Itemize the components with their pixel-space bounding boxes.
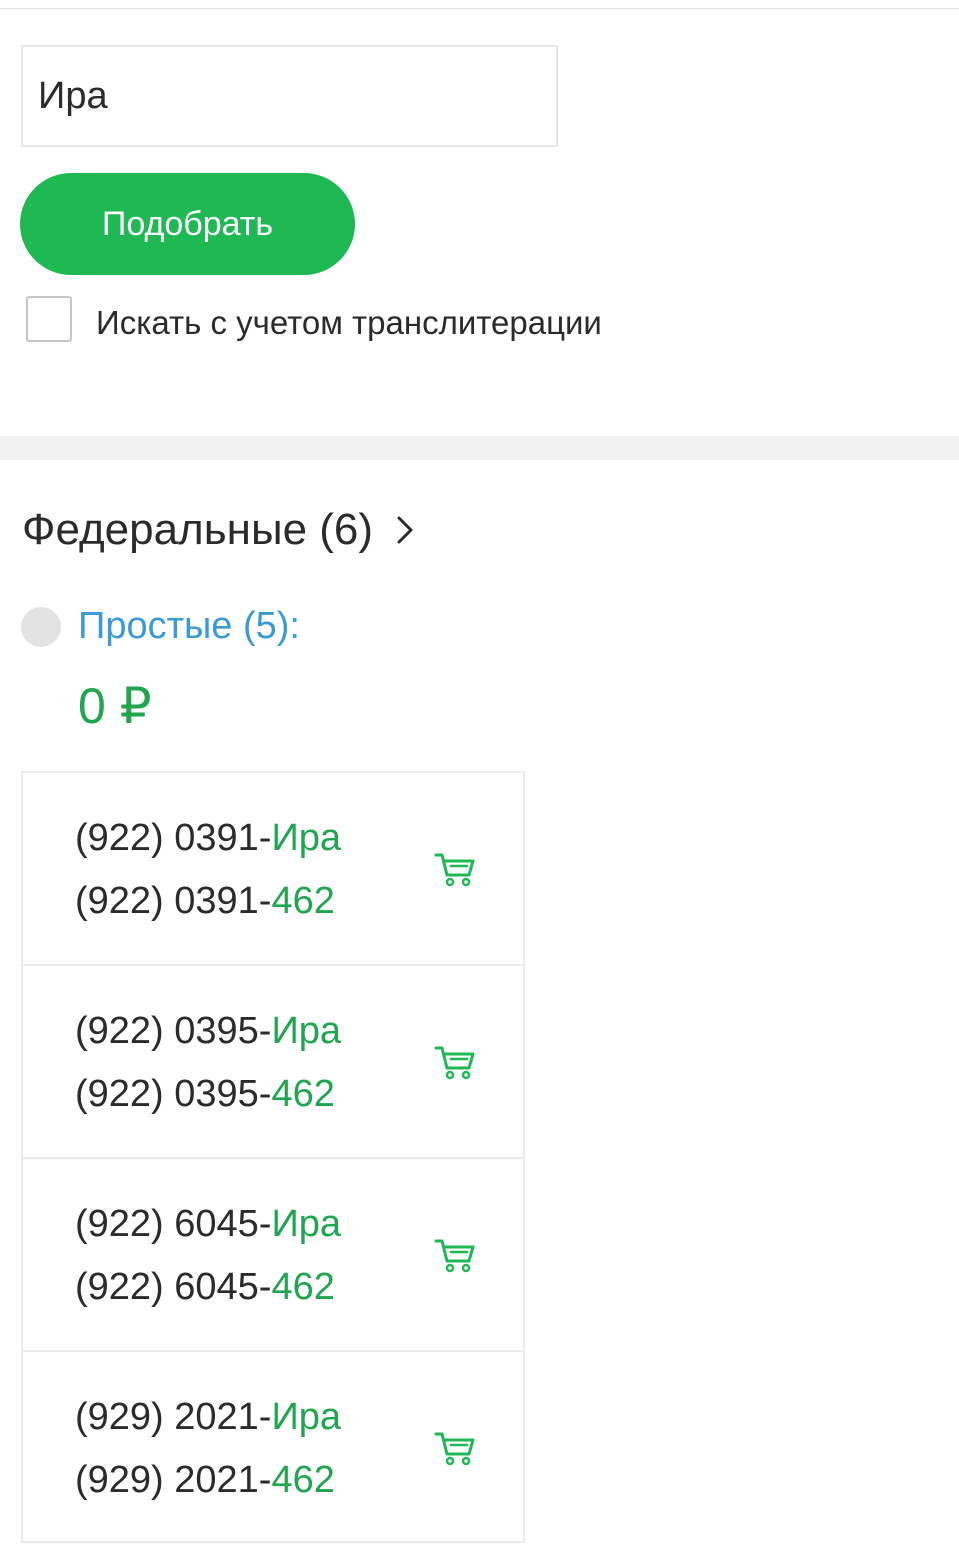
section-header[interactable]: Федеральные (6) xyxy=(22,505,421,555)
number-prefix: (922) 0395- xyxy=(75,1010,272,1052)
category-radio[interactable] xyxy=(21,607,61,647)
number-alpha: (922) 0391-Ира xyxy=(75,817,341,860)
number-suffix: Ира xyxy=(271,1203,342,1245)
number-suffix: Ира xyxy=(271,1010,342,1052)
number-digits: (922) 0395-462 xyxy=(75,1073,335,1116)
number-prefix: (922) 0391- xyxy=(75,817,272,859)
section-divider xyxy=(0,436,959,460)
number-card[interactable]: (922) 0395-Ира (922) 0395-462 xyxy=(21,964,525,1157)
number-prefix: (929) 2021- xyxy=(75,1396,272,1438)
number-alpha: (929) 2021-Ира xyxy=(75,1396,341,1439)
number-alpha: (922) 6045-Ира xyxy=(75,1203,341,1246)
chevron-right-icon[interactable] xyxy=(391,508,421,552)
number-prefix: (922) 6045- xyxy=(75,1203,272,1245)
number-prefix: (922) 6045- xyxy=(75,1266,272,1308)
cart-icon[interactable] xyxy=(433,1042,477,1082)
number-card[interactable]: (922) 0391-Ира (922) 0391-462 xyxy=(21,771,525,964)
search-input[interactable] xyxy=(21,45,558,147)
number-alpha: (922) 0395-Ира xyxy=(75,1010,341,1053)
number-card[interactable]: (922) 6045-Ира (922) 6045-462 xyxy=(21,1157,525,1350)
cart-icon[interactable] xyxy=(433,1428,477,1468)
category-label[interactable]: Простые (5): xyxy=(78,605,300,648)
category-price: 0 ₽ xyxy=(78,678,152,734)
number-digits: (929) 2021-462 xyxy=(75,1459,335,1502)
transliteration-label[interactable]: Искать с учетом транслитерации xyxy=(96,304,602,342)
pick-button[interactable]: Подобрать xyxy=(20,173,355,275)
number-card[interactable]: (929) 2021-Ира (929) 2021-462 xyxy=(21,1350,525,1543)
number-digits: (922) 6045-462 xyxy=(75,1266,335,1309)
transliteration-checkbox[interactable] xyxy=(26,296,72,342)
cart-icon[interactable] xyxy=(433,1235,477,1275)
number-list: (922) 0391-Ира (922) 0391-462 (922) 0395… xyxy=(21,771,525,1543)
number-prefix: (922) 0391- xyxy=(75,880,272,922)
number-digits: (922) 0391-462 xyxy=(75,880,335,923)
number-suffix: 462 xyxy=(271,1266,335,1308)
section-title[interactable]: Федеральные (6) xyxy=(22,505,373,555)
number-suffix: Ира xyxy=(271,817,342,859)
number-suffix: 462 xyxy=(271,880,335,922)
number-suffix: 462 xyxy=(271,1073,335,1115)
top-strip xyxy=(0,0,959,9)
number-suffix: Ира xyxy=(271,1396,342,1438)
number-suffix: 462 xyxy=(271,1459,335,1501)
cart-icon[interactable] xyxy=(433,849,477,889)
number-prefix: (922) 0395- xyxy=(75,1073,272,1115)
number-prefix: (929) 2021- xyxy=(75,1459,272,1501)
